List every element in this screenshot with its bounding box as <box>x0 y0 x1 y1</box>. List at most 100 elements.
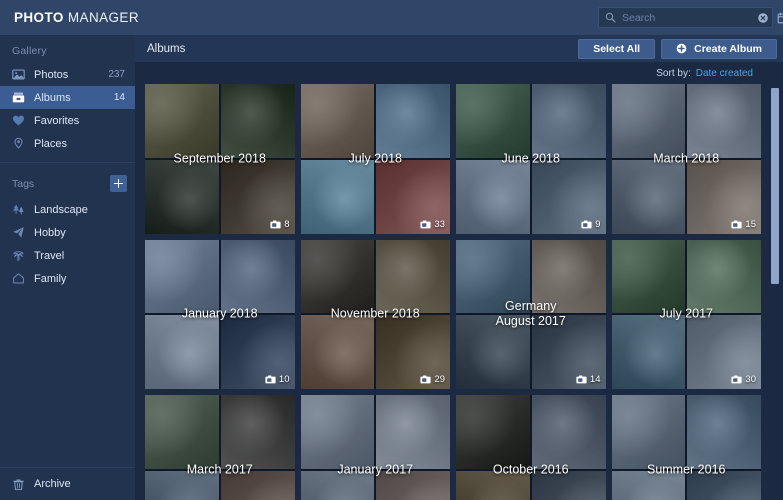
album-thumbnail <box>221 315 295 389</box>
album-thumbnail <box>145 471 219 500</box>
sidebar: Gallery Photos 237 Albums 14 Favori <box>0 35 135 500</box>
app-logo: PHOTO MANAGER <box>0 10 139 25</box>
album-thumbnail <box>532 160 606 234</box>
album-thumbnail <box>612 471 686 500</box>
album-thumbnail <box>301 160 375 234</box>
album-tile[interactable]: July 201833 <box>301 84 451 234</box>
album-thumbnail <box>612 315 686 389</box>
album-thumbnail <box>376 84 450 158</box>
create-album-button[interactable]: Create Album <box>661 39 777 59</box>
album-thumbnail <box>687 84 761 158</box>
sidebar-item-hobby[interactable]: Hobby <box>0 221 135 244</box>
main-content: Albums Select All Create Album Sort by: … <box>135 35 783 500</box>
album-tile[interactable]: March 201815 <box>612 84 762 234</box>
sidebar-item-family[interactable]: Family <box>0 267 135 290</box>
sidebar-item-archive[interactable]: Archive <box>0 468 135 500</box>
album-thumbnail <box>221 395 295 469</box>
home-icon <box>12 272 29 285</box>
album-thumbnail <box>221 471 295 500</box>
paper-plane-icon <box>12 226 29 239</box>
sidebar-item-photos-label: Photos <box>29 69 108 81</box>
sidebar-item-places[interactable]: Places <box>0 132 135 155</box>
album-thumbnail-mosaic <box>301 395 451 500</box>
sidebar-item-travel[interactable]: Travel <box>0 244 135 267</box>
add-tag-button[interactable] <box>110 175 127 192</box>
album-thumbnail-mosaic <box>145 240 295 390</box>
album-tile[interactable]: June 20189 <box>456 84 606 234</box>
album-thumbnail <box>301 395 375 469</box>
palm-tree-icon <box>12 249 29 262</box>
sidebar-item-places-label: Places <box>29 138 125 150</box>
album-thumbnail <box>532 315 606 389</box>
album-thumbnail <box>145 160 219 234</box>
albums-icon <box>12 91 29 104</box>
create-album-label: Create Album <box>694 43 762 55</box>
search-icon <box>605 12 616 23</box>
search-input[interactable] <box>616 12 757 24</box>
album-thumbnail <box>221 84 295 158</box>
album-tile[interactable]: January 201810 <box>145 240 295 390</box>
album-tile[interactable]: July 201730 <box>612 240 762 390</box>
album-tile[interactable]: November 201829 <box>301 240 451 390</box>
photo-manager-app: PHOTO MANAGER Gallery Photo <box>0 0 783 500</box>
album-tile[interactable]: September 20188 <box>145 84 295 234</box>
clear-circle-icon[interactable] <box>757 12 769 24</box>
album-thumbnail <box>376 240 450 314</box>
album-thumbnail <box>687 315 761 389</box>
album-thumbnail <box>221 240 295 314</box>
album-thumbnail <box>532 84 606 158</box>
album-thumbnail <box>612 84 686 158</box>
album-thumbnail <box>612 395 686 469</box>
sidebar-item-photos-count: 237 <box>108 69 125 80</box>
scrollbar-thumb[interactable] <box>771 88 779 284</box>
sidebar-item-hobby-label: Hobby <box>29 227 125 239</box>
album-tile[interactable]: October 2016 <box>456 395 606 500</box>
album-tile[interactable]: GermanyAugust 201714 <box>456 240 606 390</box>
album-thumbnail <box>145 395 219 469</box>
album-tile[interactable]: March 2017 <box>145 395 295 500</box>
album-thumbnail <box>376 471 450 500</box>
album-thumbnail <box>301 315 375 389</box>
album-thumbnail <box>687 160 761 234</box>
album-thumbnail <box>221 160 295 234</box>
album-tile[interactable]: January 2017 <box>301 395 451 500</box>
album-thumbnail <box>456 315 530 389</box>
select-all-button[interactable]: Select All <box>578 39 655 59</box>
album-thumbnail <box>376 395 450 469</box>
sidebar-item-landscape-label: Landscape <box>29 204 125 216</box>
app-header: PHOTO MANAGER <box>0 0 783 35</box>
album-thumbnail <box>301 240 375 314</box>
sidebar-item-albums-label: Albums <box>29 92 114 104</box>
calendar-icon[interactable] <box>777 12 783 24</box>
album-thumbnail-mosaic <box>456 395 606 500</box>
sidebar-item-photos[interactable]: Photos 237 <box>0 63 135 86</box>
sidebar-item-favorites[interactable]: Favorites <box>0 109 135 132</box>
album-thumbnail-mosaic <box>145 84 295 234</box>
album-thumbnail-mosaic <box>456 240 606 390</box>
app-body: Gallery Photos 237 Albums 14 Favori <box>0 35 783 500</box>
logo-regular-text: MANAGER <box>64 10 139 25</box>
album-thumbnail <box>145 315 219 389</box>
album-thumbnail <box>456 471 530 500</box>
album-thumbnail <box>532 395 606 469</box>
album-thumbnail <box>301 471 375 500</box>
album-thumbnail-mosaic <box>456 84 606 234</box>
sidebar-item-travel-label: Travel <box>29 250 125 262</box>
album-thumbnail-mosaic <box>301 84 451 234</box>
sort-by-value[interactable]: Date created <box>696 68 753 79</box>
album-thumbnail <box>532 240 606 314</box>
albums-scroll-area: September 20188July 201833June 20189Marc… <box>135 84 783 500</box>
album-thumbnail-mosaic <box>612 240 762 390</box>
sidebar-item-landscape[interactable]: Landscape <box>0 198 135 221</box>
album-thumbnail <box>456 395 530 469</box>
album-thumbnail <box>376 315 450 389</box>
albums-scrollbar[interactable] <box>771 84 779 500</box>
album-thumbnail <box>612 240 686 314</box>
search-box[interactable] <box>598 7 773 28</box>
album-tile[interactable]: Summer 2016 <box>612 395 762 500</box>
sidebar-item-albums[interactable]: Albums 14 <box>0 86 135 109</box>
location-pin-icon <box>12 137 29 150</box>
sidebar-item-archive-label: Archive <box>29 478 125 490</box>
trash-icon <box>12 478 29 491</box>
album-thumbnail <box>376 160 450 234</box>
